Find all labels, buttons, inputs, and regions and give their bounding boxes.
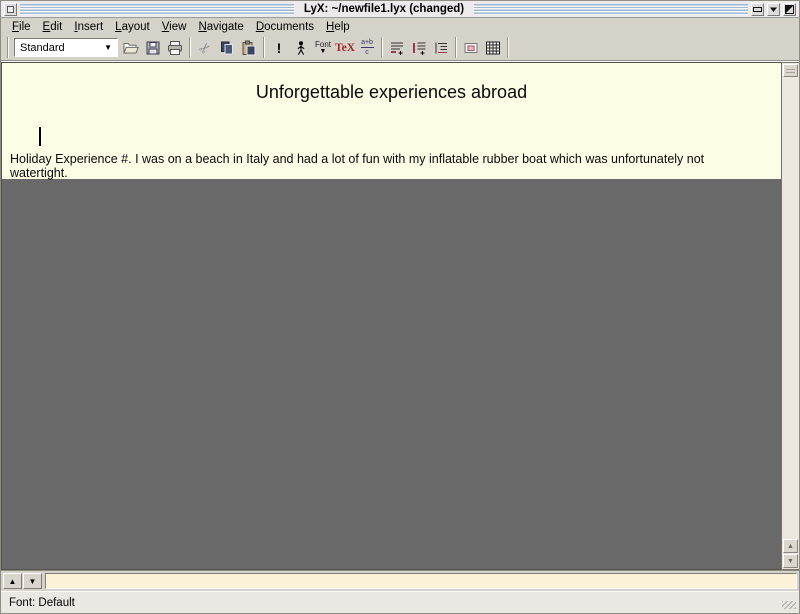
footnote-icon — [388, 39, 406, 57]
table-grid-icon — [484, 39, 502, 57]
scrollbar-track[interactable] — [782, 77, 799, 539]
minibuffer-input[interactable] — [45, 573, 797, 589]
tex-icon: TeX — [335, 42, 355, 54]
insert-table-button[interactable] — [482, 37, 504, 59]
open-button[interactable] — [120, 37, 142, 59]
footnote-button[interactable] — [386, 37, 408, 59]
copy-icon — [218, 39, 236, 57]
open-folder-icon — [122, 39, 140, 57]
exclamation-icon: ! — [277, 41, 282, 55]
down-triangle-icon — [769, 5, 778, 14]
menubar: FileEditInsertLayoutViewNavigateDocument… — [1, 18, 799, 35]
maximize-button[interactable] — [767, 3, 780, 16]
main-area: Unforgettable experiences abroad Holiday… — [1, 61, 799, 570]
menu-item-navigate[interactable]: Navigate — [192, 19, 249, 35]
status-text: Font: Default — [9, 597, 75, 609]
paste-button[interactable] — [238, 37, 260, 59]
person-icon — [292, 39, 310, 57]
window-menu-icon — [7, 6, 14, 13]
layout-select[interactable]: Standard ▼ — [14, 38, 118, 57]
insert-figure-button[interactable] — [460, 37, 482, 59]
down-triangle-icon: ▼ — [787, 558, 794, 565]
chevron-down-icon: ▼ — [104, 43, 112, 52]
margin-note-button[interactable] — [408, 37, 430, 59]
up-triangle-icon: ▲ — [787, 543, 794, 550]
resize-grip[interactable] — [782, 601, 796, 609]
toolbar-separator — [507, 37, 509, 58]
menu-item-insert[interactable]: Insert — [68, 19, 109, 35]
down-arrow-button[interactable]: ▼ — [23, 573, 42, 589]
layout-select-value: Standard — [20, 42, 65, 54]
emphasis-button[interactable]: ! — [268, 37, 290, 59]
menu-item-edit[interactable]: Edit — [37, 19, 69, 35]
menu-item-layout[interactable]: Layout — [109, 19, 156, 35]
margin-note-icon — [410, 39, 428, 57]
save-floppy-icon — [144, 39, 162, 57]
minibuffer-row: ▲ ▼ — [1, 570, 799, 591]
scissors-icon: ✂ — [196, 38, 214, 56]
scrollbar-thumb[interactable] — [783, 64, 798, 77]
save-button[interactable] — [142, 37, 164, 59]
menu-item-file[interactable]: File — [6, 19, 37, 35]
window-menu-button[interactable] — [4, 3, 17, 16]
titlebar: LyX: ~/newfile1.lyx (changed) — [1, 1, 799, 18]
vertical-scrollbar[interactable]: ▲ ▼ — [781, 62, 799, 570]
close-icon — [785, 5, 794, 14]
document-page[interactable]: Unforgettable experiences abroad Holiday… — [2, 63, 781, 179]
up-arrow-button[interactable]: ▲ — [3, 573, 22, 589]
noun-button[interactable] — [290, 37, 312, 59]
menu-item-view[interactable]: View — [156, 19, 193, 35]
tex-mode-button[interactable]: TeX — [334, 37, 356, 59]
math-mode-button[interactable]: a+b c — [356, 37, 378, 59]
paste-clipboard-icon — [240, 39, 258, 57]
scrollbar-down-button[interactable]: ▼ — [783, 554, 798, 568]
print-button[interactable] — [164, 37, 186, 59]
toolbar-separator — [381, 37, 383, 58]
menu-item-documents[interactable]: Documents — [250, 19, 320, 35]
depth-button[interactable] — [430, 37, 452, 59]
depth-indent-icon — [432, 39, 450, 57]
statusbar: Font: Default — [1, 591, 799, 613]
toolbar-separator — [263, 37, 265, 58]
cut-button[interactable]: ✂ — [194, 37, 216, 59]
up-triangle-icon: ▲ — [9, 577, 17, 586]
close-button[interactable] — [783, 3, 796, 16]
document-title[interactable]: Unforgettable experiences abroad — [2, 82, 781, 103]
toolbar-separator — [455, 37, 457, 58]
minimize-icon — [753, 7, 762, 12]
minimize-button[interactable] — [751, 3, 764, 16]
document-canvas[interactable]: Unforgettable experiences abroad Holiday… — [1, 62, 781, 570]
toolbar-separator — [189, 37, 191, 58]
text-cursor — [39, 127, 41, 146]
toolbar-handle — [7, 37, 9, 58]
document-paragraph[interactable]: Holiday Experience #. I was on a beach i… — [10, 152, 751, 180]
math-fraction-icon: a+b c — [361, 39, 374, 56]
copy-button[interactable] — [216, 37, 238, 59]
toolbar: Standard ▼ ✂ — [1, 35, 799, 61]
figure-icon — [462, 39, 480, 57]
window-title: LyX: ~/newfile1.lyx (changed) — [297, 2, 471, 17]
down-triangle-icon: ▼ — [29, 577, 37, 586]
font-dialog-button[interactable]: Font ▼ — [312, 37, 334, 59]
printer-icon — [166, 39, 184, 57]
titlebar-stripes-left — [20, 4, 294, 15]
scrollbar-up-button[interactable]: ▲ — [783, 539, 798, 553]
titlebar-stripes-right — [474, 4, 748, 15]
menu-item-help[interactable]: Help — [320, 19, 356, 35]
font-icon: Font ▼ — [315, 41, 331, 55]
lyx-window: LyX: ~/newfile1.lyx (changed) FileEditIn… — [0, 0, 800, 614]
